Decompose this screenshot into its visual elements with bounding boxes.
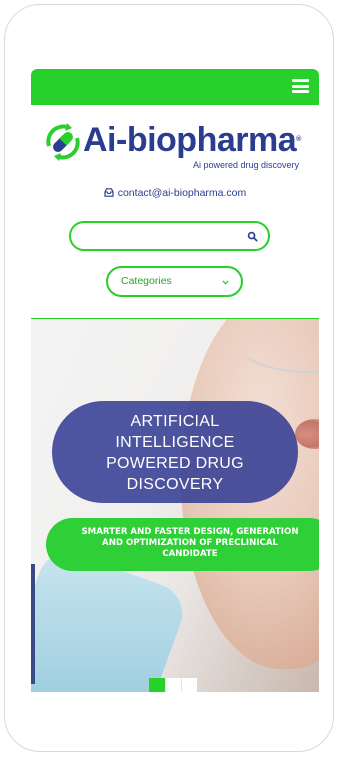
categories-selected-label: Categories xyxy=(121,275,172,287)
hero-slider[interactable]: ARTIFICIAL INTELLIGENCE POWERED DRUG DIS… xyxy=(31,318,319,692)
slider-dot-2[interactable] xyxy=(165,678,181,692)
search-icon[interactable] xyxy=(247,231,258,242)
brand-logo[interactable]: Ai-biopharma® Ai powered drug discovery xyxy=(43,121,313,180)
hero-title: ARTIFICIAL INTELLIGENCE POWERED DRUG DIS… xyxy=(106,413,244,493)
search-input[interactable] xyxy=(83,227,247,247)
slider-dot-1[interactable] xyxy=(149,678,165,692)
hero-photo-shadow xyxy=(31,564,35,684)
search-box[interactable] xyxy=(69,221,270,251)
screen: Ai-biopharma® Ai powered drug discovery … xyxy=(31,69,319,692)
capsule-logo-icon xyxy=(46,123,80,161)
categories-dropdown[interactable]: Categories xyxy=(106,266,243,297)
contact-email-text: contact@ai-biopharma.com xyxy=(117,187,247,199)
top-navigation-bar xyxy=(31,69,319,105)
chevron-down-icon xyxy=(222,280,229,285)
brand-name: Ai-biopharma® xyxy=(83,121,301,159)
contact-email[interactable]: contact@ai-biopharma.com xyxy=(31,187,319,199)
hero-subtitle: SMARTER AND FASTER DESIGN, GENERATION AN… xyxy=(81,527,299,559)
email-tray-icon xyxy=(104,188,114,197)
hamburger-menu-icon[interactable] xyxy=(292,79,309,93)
slider-pagination xyxy=(149,678,197,692)
brand-tagline: Ai powered drug discovery xyxy=(193,160,300,170)
slider-dot-3[interactable] xyxy=(181,678,197,692)
